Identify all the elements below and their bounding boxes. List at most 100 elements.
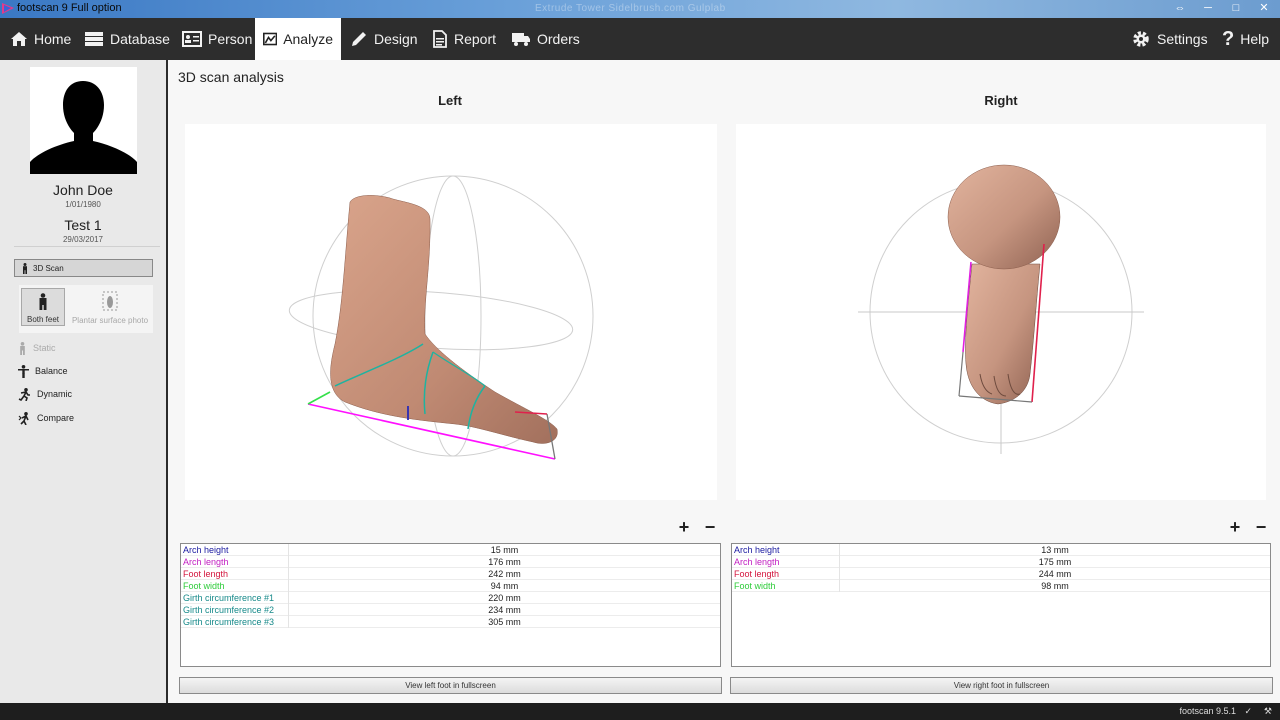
measurement-label: Foot width bbox=[734, 580, 840, 592]
nav-database-label: Database bbox=[110, 31, 170, 47]
nav-home[interactable]: Home bbox=[2, 18, 79, 60]
nav-help-label: Help bbox=[1240, 31, 1270, 47]
nav-report[interactable]: Report bbox=[424, 18, 504, 60]
background-window-text: Extrude Tower Sidelbrush.com Gulplab bbox=[535, 3, 726, 14]
measurement-value: 176 mm bbox=[488, 557, 521, 567]
measurement-label: Arch height bbox=[734, 544, 840, 556]
nav-database[interactable]: Database bbox=[76, 18, 178, 60]
table-row: Arch height 15 mm bbox=[181, 544, 720, 556]
measurement-value: 98 mm bbox=[1041, 581, 1069, 591]
right-foot-3d-view[interactable] bbox=[736, 124, 1266, 500]
running-person-icon bbox=[18, 387, 30, 401]
question-mark-icon: ? bbox=[1222, 27, 1235, 50]
right-zoom-in-button[interactable]: + bbox=[1228, 518, 1242, 536]
table-row: Foot width 94 mm bbox=[181, 580, 720, 592]
patient-sidebar: John Doe 1/01/1980 Test 1 29/03/2017 3D … bbox=[0, 60, 166, 703]
maximize-button[interactable]: □ bbox=[1224, 0, 1248, 16]
table-row: Foot width 98 mm bbox=[732, 580, 1270, 592]
app-window: footscan 9 Full option Extrude Tower Sid… bbox=[0, 0, 1280, 720]
close-button[interactable]: ✕ bbox=[1252, 0, 1276, 16]
sidebar-divider bbox=[14, 246, 160, 247]
sidebar-item-compare[interactable]: Compare bbox=[18, 410, 74, 426]
right-foot-heading: Right bbox=[984, 93, 1018, 108]
measurement-value: 234 mm bbox=[488, 605, 521, 615]
left-fullscreen-button[interactable]: View left foot in fullscreen bbox=[179, 677, 722, 694]
check-icon[interactable]: ✓ bbox=[1244, 706, 1252, 717]
document-icon bbox=[433, 30, 447, 48]
status-bar: footscan 9.5.1 ✓ ⚒ bbox=[0, 703, 1280, 720]
pencil-icon bbox=[352, 32, 366, 46]
sidebar-item-compare-label: Compare bbox=[37, 413, 75, 423]
scan-type-panel: Both feet Plantar surface photo bbox=[19, 285, 153, 333]
main-navigation: Home Database Person Analyze Design Repo… bbox=[0, 18, 1280, 60]
nav-settings-label: Settings bbox=[1157, 31, 1208, 47]
measurement-value: 242 mm bbox=[488, 569, 521, 579]
right-zoom-out-button[interactable]: − bbox=[1254, 518, 1268, 536]
nav-orders-label: Orders bbox=[537, 31, 580, 47]
nav-home-label: Home bbox=[34, 31, 72, 47]
nav-analyze[interactable]: Analyze bbox=[255, 18, 341, 60]
nav-analyze-label: Analyze bbox=[283, 31, 333, 47]
gear-icon bbox=[1133, 31, 1149, 47]
measurement-value: 244 mm bbox=[1038, 569, 1072, 579]
table-row: Girth circumference #3 305 mm bbox=[181, 616, 720, 628]
measurement-value: 220 mm bbox=[488, 593, 521, 603]
sidebar-item-dynamic[interactable]: Dynamic bbox=[18, 386, 72, 402]
table-row: Foot length 244 mm bbox=[732, 568, 1270, 580]
nav-person-label: Person bbox=[208, 31, 253, 47]
left-foot-model bbox=[288, 175, 594, 460]
measurement-value: 15 mm bbox=[490, 545, 519, 555]
sidebar-item-static[interactable]: Static bbox=[18, 340, 56, 356]
left-foot-3d-view[interactable] bbox=[185, 124, 717, 500]
nav-orders[interactable]: Orders bbox=[503, 18, 588, 60]
measurement-value: 94 mm bbox=[490, 581, 519, 591]
restore-layout-button[interactable]: ⇔ bbox=[1168, 0, 1192, 16]
measurement-label: Foot length bbox=[734, 568, 840, 580]
right-zoom-controls: + − bbox=[1228, 518, 1268, 536]
left-zoom-in-button[interactable]: + bbox=[677, 518, 691, 536]
left-measurements-table: Arch height 15 mm Arch length 176 mm Foot le… bbox=[180, 543, 721, 667]
right-measurements-table: Arch height 13 mm Arch length 175 mm Foot le… bbox=[731, 543, 1271, 667]
nav-person[interactable]: Person bbox=[174, 18, 260, 60]
both-feet-option[interactable]: Both feet bbox=[21, 288, 65, 326]
nav-help[interactable]: ? Help bbox=[1214, 18, 1277, 60]
right-fullscreen-button[interactable]: View right foot in fullscreen bbox=[730, 677, 1273, 694]
app-logo-icon bbox=[2, 3, 14, 14]
static-person-icon bbox=[20, 341, 25, 355]
table-row: Girth circumference #2 234 mm bbox=[181, 604, 720, 616]
scan-3d-button[interactable]: 3D Scan bbox=[14, 259, 153, 277]
measurement-label: Girth circumference #3 bbox=[183, 616, 289, 628]
left-zoom-out-button[interactable]: − bbox=[703, 518, 717, 536]
test-name: Test 1 bbox=[64, 217, 102, 233]
sidebar-item-dynamic-label: Dynamic bbox=[37, 389, 73, 399]
compare-icon bbox=[18, 411, 29, 425]
nav-report-label: Report bbox=[454, 31, 497, 47]
analysis-main: 3D scan analysis Left Right + − + − Arch… bbox=[168, 60, 1280, 703]
footprint-icon bbox=[102, 291, 118, 311]
measurement-label: Arch length bbox=[734, 556, 840, 568]
right-foot-model bbox=[858, 164, 1144, 454]
patient-dob: 1/01/1980 bbox=[65, 200, 101, 209]
left-foot-heading: Left bbox=[438, 93, 462, 108]
minimize-button[interactable]: ─ bbox=[1196, 0, 1220, 16]
table-row: Foot length 242 mm bbox=[181, 568, 720, 580]
balance-person-icon bbox=[18, 364, 29, 378]
tools-icon[interactable]: ⚒ bbox=[1264, 706, 1272, 717]
truck-icon bbox=[512, 33, 530, 46]
page-title: 3D scan analysis bbox=[178, 69, 284, 85]
avatar bbox=[30, 67, 137, 174]
nav-settings[interactable]: Settings bbox=[1123, 18, 1216, 60]
measurement-label: Foot width bbox=[183, 580, 289, 592]
plantar-photo-label: Plantar surface photo bbox=[71, 316, 149, 325]
measurement-label: Arch length bbox=[183, 556, 289, 568]
window-controls: ⇔ ─ □ ✕ bbox=[1168, 0, 1276, 16]
sidebar-item-balance[interactable]: Balance bbox=[18, 363, 68, 379]
test-date: 29/03/2017 bbox=[62, 235, 104, 244]
table-row: Arch length 175 mm bbox=[732, 556, 1270, 568]
plantar-photo-option[interactable]: Plantar surface photo bbox=[67, 288, 153, 326]
nav-design[interactable]: Design bbox=[342, 18, 426, 60]
measurement-value: 305 mm bbox=[488, 617, 521, 627]
measurement-value: 13 mm bbox=[1041, 545, 1069, 555]
person-silhouette-icon bbox=[30, 81, 137, 174]
feet-icon bbox=[39, 293, 47, 310]
